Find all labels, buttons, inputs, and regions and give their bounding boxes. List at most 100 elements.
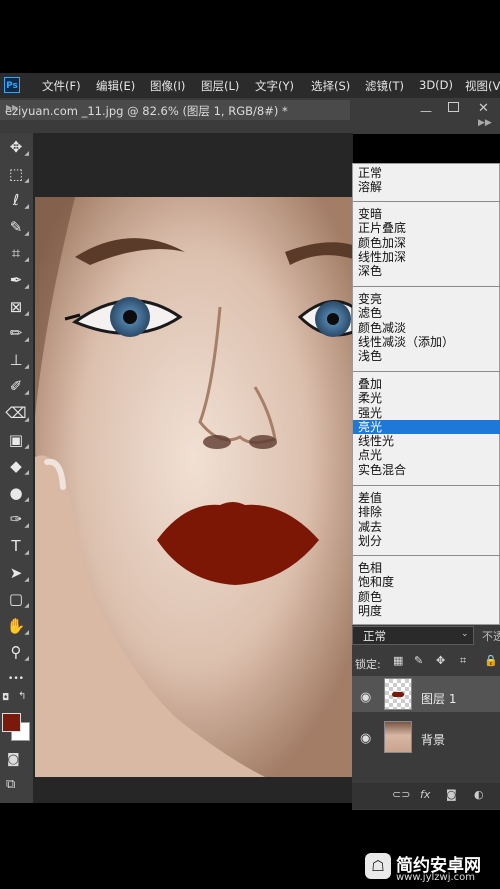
default-colors-icon[interactable]: ◘ [2, 693, 9, 703]
fx-icon[interactable]: fx [420, 788, 430, 801]
crop-icon: ⌗ [11, 244, 21, 263]
eyedropper-tool[interactable]: ✒ ◢ [3, 269, 29, 291]
menu-item-7[interactable]: 3D(D) [419, 78, 453, 92]
blend-mode-option[interactable]: 线性减淡（添加） [353, 335, 500, 349]
blend-mode-option[interactable]: 划分 [353, 534, 500, 548]
blend-mode-option[interactable]: 颜色 [353, 590, 500, 604]
blend-mode-option[interactable]: 强光 [353, 406, 500, 420]
type-tool[interactable]: T ◢ [3, 535, 29, 557]
blend-mode-option[interactable]: 明度 [353, 604, 500, 618]
menu-item-2[interactable]: 图像(I) [150, 78, 185, 94]
menu-item-8[interactable]: 视图(V [465, 78, 500, 94]
blend-mode-option[interactable]: 差值 [353, 491, 500, 505]
frame-tool[interactable]: ⊠ ◢ [3, 296, 29, 318]
right-nostril [249, 435, 277, 449]
blend-mode-option[interactable]: 实色混合 [353, 463, 500, 477]
blend-mode-option[interactable]: 浅色 [353, 349, 500, 363]
menu-item-0[interactable]: 文件(F) [42, 78, 81, 94]
add-mask-icon[interactable]: ◙ [446, 788, 457, 801]
quick-select-tool[interactable]: ✎ ◢ [3, 216, 29, 238]
blend-mode-option[interactable]: 变暗 [353, 207, 500, 221]
path-select-tool[interactable]: ➤ ◢ [3, 562, 29, 584]
crop-tool[interactable]: ⌗ ◢ [3, 242, 29, 264]
blend-mode-option[interactable]: 减去 [353, 520, 500, 534]
portrait-illustration [35, 197, 353, 777]
close-button[interactable]: ✕ [478, 101, 489, 116]
blur-tool[interactable]: ◆ ◢ [3, 455, 29, 477]
stamp-tool[interactable]: ⊥ ◢ [3, 349, 29, 371]
blend-mode-separator [353, 201, 500, 202]
blend-mode-separator [353, 555, 500, 556]
photoshop-logo: Ps [4, 77, 20, 93]
blend-mode-option[interactable]: 柔光 [353, 391, 500, 405]
blend-mode-group: 叠加 柔光 强光 亮光 线性光 点光 实色混合 [353, 377, 500, 477]
blend-mode-option[interactable]: 亮光 [353, 419, 500, 435]
blend-mode-group: 色相 饱和度 颜色 明度 [353, 561, 500, 618]
brush-icon: ✏ [9, 324, 23, 343]
shape-tool[interactable]: ▢ ◢ [3, 588, 29, 610]
blend-mode-option[interactable]: 线性光 [353, 434, 500, 448]
eye-icon[interactable]: ◉ [360, 690, 371, 705]
more-tools[interactable]: ••• [3, 668, 29, 690]
history-brush-tool[interactable]: ✐ ◢ [3, 375, 29, 397]
blend-mode-option[interactable]: 色相 [353, 561, 500, 575]
lock-position-icon[interactable]: ✥ [436, 654, 445, 667]
panel-collapse-icon[interactable]: ▶▶ [478, 118, 492, 128]
hand-icon: ✋ [6, 616, 26, 635]
layer-name: 背景 [421, 733, 446, 747]
eye-icon[interactable]: ◉ [360, 731, 371, 746]
maximize-button[interactable] [448, 102, 459, 112]
minimize-button[interactable]: — [420, 104, 432, 118]
menu-item-4[interactable]: 文字(Y) [255, 78, 294, 94]
foreground-color-swatch[interactable] [2, 713, 21, 732]
blend-mode-option[interactable]: 溶解 [353, 180, 500, 194]
marquee-tool[interactable]: ⬚ ◢ [3, 163, 29, 185]
stamp-icon: ⊥ [9, 350, 23, 369]
swap-colors-icon[interactable]: ↰ [18, 691, 26, 702]
rectangle-icon: ▢ [8, 590, 24, 609]
zoom-tool[interactable]: ⚲ ◢ [3, 641, 30, 663]
layer-name: 图层 1 [421, 692, 457, 706]
toolbar-collapse-icon[interactable]: ▶▶ [6, 103, 18, 112]
menu-item-3[interactable]: 图层(L) [201, 78, 239, 94]
brush-tool[interactable]: ✏ ◢ [3, 322, 29, 344]
quick-mask-icon[interactable]: ◙ [7, 752, 20, 767]
blend-mode-group: 正常 溶解 [353, 166, 500, 195]
pen-tool[interactable]: ✑ ◢ [3, 508, 29, 530]
blend-mode-option[interactable]: 点光 [353, 448, 500, 462]
dodge-tool[interactable]: ● ◢ [3, 482, 29, 504]
blend-mode-option[interactable]: 正常 [353, 166, 500, 180]
eraser-tool[interactable]: ⌫ ◢ [3, 402, 29, 424]
lock-transparent-pixels-icon[interactable]: ▦ [393, 654, 403, 667]
menu-item-5[interactable]: 选择(S) [311, 78, 350, 94]
move-icon: ✥ [9, 138, 23, 156]
blend-mode-group: 变暗 正片叠底 颜色加深 线性加深 深色 [353, 207, 500, 278]
move-tool[interactable]: ✥ ◢ [3, 136, 29, 158]
blend-mode-option[interactable]: 叠加 [353, 377, 500, 391]
blend-mode-option[interactable]: 颜色加深 [353, 236, 500, 250]
screen-mode-icon[interactable]: ⧉ [6, 777, 15, 792]
blend-mode-dropdown[interactable]: 正常 溶解变暗 正片叠底 颜色加深 线性加深 深色变亮 滤色 颜色减淡 线性减淡（添加） 浅色叠加… [352, 163, 500, 625]
blend-mode-option[interactable]: 变亮 [353, 292, 500, 306]
lasso-tool[interactable]: ℓ ◢ [3, 189, 29, 211]
lock-image-pixels-icon[interactable]: ✎ [414, 654, 423, 667]
blend-mode-option[interactable]: 线性加深 [353, 250, 500, 264]
blend-mode-option[interactable]: 正片叠底 [353, 221, 500, 235]
portrait-photo[interactable] [35, 197, 353, 777]
adjustment-layer-icon[interactable]: ◐ [474, 788, 484, 801]
blend-mode-option[interactable]: 滤色 [353, 306, 500, 320]
hand-tool[interactable]: ✋ ◢ [3, 615, 29, 637]
blend-mode-option[interactable]: 颜色减淡 [353, 321, 500, 335]
lock-artboard-icon[interactable]: ⌗ [460, 654, 466, 668]
blend-mode-option[interactable]: 深色 [353, 264, 500, 278]
menu-item-1[interactable]: 编辑(E) [96, 78, 135, 94]
menu-item-6[interactable]: 滤镜(T) [365, 78, 404, 94]
blend-mode-separator [353, 371, 500, 372]
gradient-tool[interactable]: ▣ ◢ [3, 429, 29, 451]
blend-mode-option[interactable]: 饱和度 [353, 575, 500, 589]
chevron-down-icon[interactable]: ⌄ [461, 629, 469, 639]
blend-mode-option[interactable]: 排除 [353, 505, 500, 519]
lock-all-icon[interactable]: 🔒 [484, 654, 498, 667]
document-tab-title: eziyuan.com _11.jpg @ 82.6% (图层 1, RGB/8… [5, 104, 288, 118]
link-layers-icon[interactable]: ⊂⊃ [392, 788, 410, 801]
